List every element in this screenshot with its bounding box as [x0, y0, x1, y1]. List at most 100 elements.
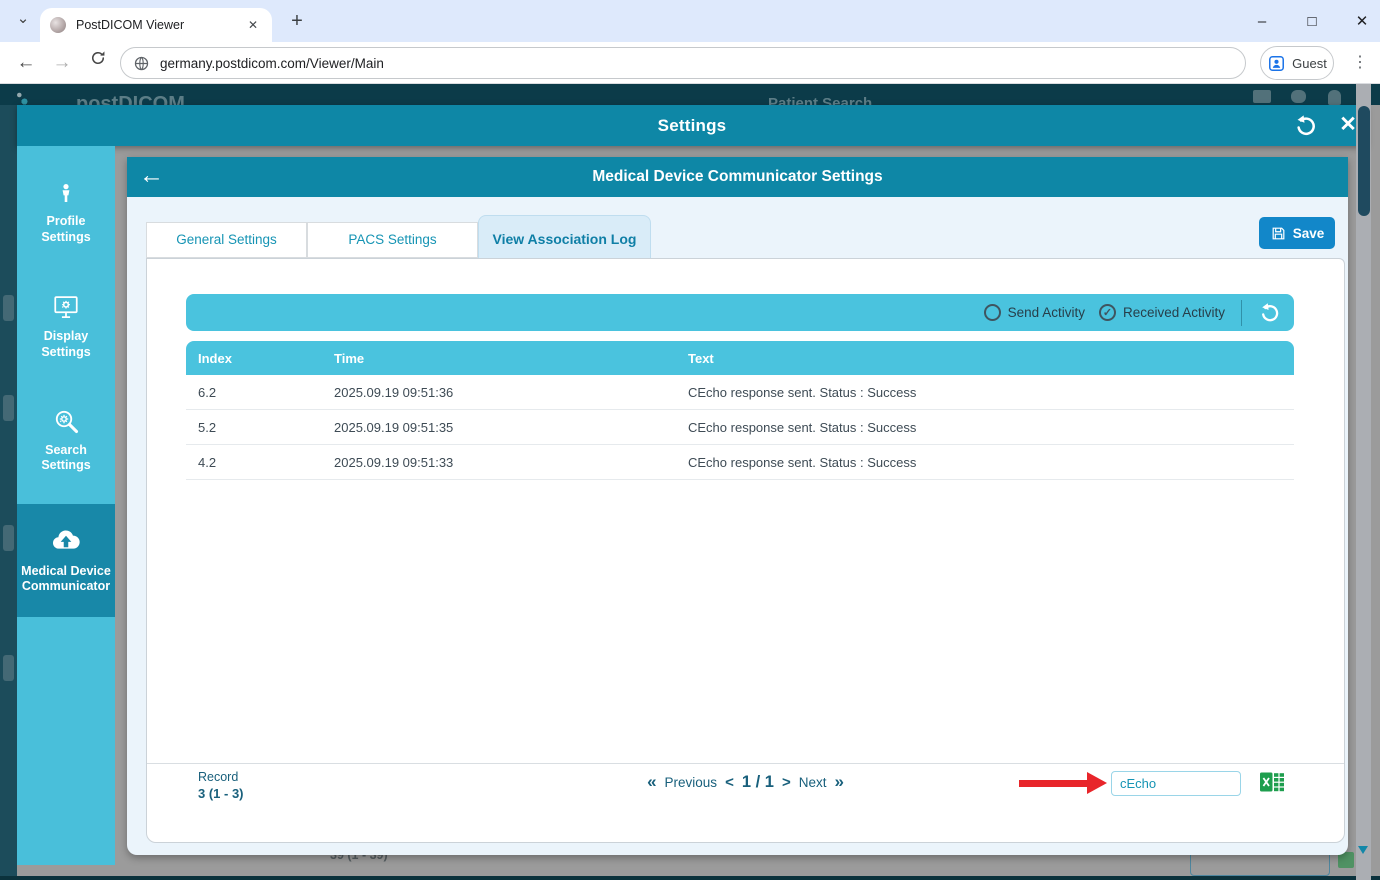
- toolbar-divider: [1241, 300, 1242, 326]
- tab-favicon: [50, 17, 66, 33]
- table-row[interactable]: 4.2 2025.09.19 09:51:33 CEcho response s…: [186, 445, 1294, 480]
- save-icon: [1270, 225, 1287, 242]
- save-button[interactable]: Save: [1259, 217, 1335, 249]
- site-globe-icon: [133, 55, 150, 72]
- refresh-icon: [1293, 113, 1319, 139]
- cell-time: 2025.09.19 09:51:33: [322, 455, 676, 470]
- dimmed-header-icon: [1291, 90, 1306, 103]
- sidebar-item-label: Medical Device Communicator: [21, 564, 111, 595]
- column-header-index: Index: [186, 351, 322, 366]
- log-search-input[interactable]: [1111, 771, 1241, 796]
- settings-refresh-button[interactable]: [1293, 113, 1319, 139]
- tab-search-icon[interactable]: ⌄: [10, 7, 36, 33]
- tab-close-icon[interactable]: ✕: [244, 16, 262, 34]
- scrollbar-down-icon[interactable]: [1358, 846, 1368, 854]
- column-header-text: Text: [676, 351, 1294, 366]
- close-window-button[interactable]: ✕: [1352, 12, 1372, 30]
- browser-tab-strip: ⌄ PostDICOM Viewer ✕ + – □ ✕: [0, 0, 1380, 42]
- back-button[interactable]: ←: [12, 49, 40, 77]
- tab-general-settings[interactable]: General Settings: [146, 222, 307, 258]
- reload-icon: [89, 49, 107, 67]
- red-pointer-arrow-head: [1087, 772, 1107, 794]
- radio-label: Send Activity: [1008, 305, 1085, 320]
- cell-text: CEcho response sent. Status : Success: [676, 420, 1294, 435]
- browser-menu-icon[interactable]: ⋮: [1348, 49, 1372, 77]
- column-header-time: Time: [322, 351, 676, 366]
- cell-index: 6.2: [186, 385, 322, 400]
- window-controls: – □ ✕: [1252, 0, 1372, 42]
- settings-sidebar: Profile Settings Display Settings Search…: [17, 146, 115, 865]
- prev-page-icon[interactable]: <: [725, 774, 734, 791]
- dimmed-nav-title: Patient Search: [768, 95, 872, 105]
- reload-button[interactable]: [84, 48, 112, 76]
- sidebar-item-label: Search Settings: [41, 443, 90, 474]
- export-excel-button[interactable]: [1259, 770, 1285, 796]
- refresh-icon: [1258, 301, 1282, 325]
- mdc-panel-header: ← Medical Device Communicator Settings: [127, 157, 1348, 197]
- tab-view-association-log[interactable]: View Association Log: [478, 215, 651, 258]
- maximize-button[interactable]: □: [1302, 13, 1322, 30]
- sidebar-item-display-settings[interactable]: Display Settings: [17, 279, 115, 376]
- dimmed-tool-icon: [3, 295, 14, 321]
- dimmed-app-header: postDICOM Patient Search: [0, 84, 1380, 105]
- page-indicator: 1 / 1: [742, 773, 774, 792]
- radio-checked-icon: ✓: [1099, 304, 1116, 321]
- table-header-row: Index Time Text: [186, 341, 1294, 375]
- profile-button[interactable]: Guest: [1260, 46, 1334, 80]
- cell-text: CEcho response sent. Status : Success: [676, 385, 1294, 400]
- tab-pacs-settings[interactable]: PACS Settings: [307, 222, 478, 258]
- dimmed-header-icon: [1328, 90, 1341, 105]
- send-activity-radio[interactable]: Send Activity: [984, 304, 1085, 321]
- new-tab-button[interactable]: +: [283, 8, 311, 36]
- table-row[interactable]: 5.2 2025.09.19 09:51:35 CEcho response s…: [186, 410, 1294, 445]
- excel-icon: [1259, 770, 1285, 794]
- next-page-icon[interactable]: >: [782, 774, 791, 791]
- log-toolbar: Send Activity ✓ Received Activity: [186, 294, 1294, 331]
- mdc-panel-title: Medical Device Communicator Settings: [127, 157, 1348, 197]
- profile-avatar-icon: [1267, 54, 1286, 73]
- red-pointer-arrow: [1019, 780, 1089, 787]
- tab-title: PostDICOM Viewer: [76, 18, 244, 32]
- log-footer: Record 3 (1 - 3) « Previous < 1 / 1 > Ne…: [147, 763, 1344, 843]
- browser-tab[interactable]: PostDICOM Viewer ✕: [40, 8, 272, 42]
- display-settings-icon: [52, 293, 80, 321]
- log-table: Index Time Text 6.2 2025.09.19 09:51:36 …: [186, 341, 1294, 480]
- search-settings-icon: [52, 407, 80, 435]
- table-row[interactable]: 6.2 2025.09.19 09:51:36 CEcho response s…: [186, 375, 1294, 410]
- save-label: Save: [1293, 226, 1325, 241]
- dimmed-left-toolbar: [0, 105, 17, 880]
- cell-index: 4.2: [186, 455, 322, 470]
- forward-button[interactable]: →: [48, 49, 76, 77]
- mdc-settings-panel: ← Medical Device Communicator Settings G…: [127, 157, 1348, 855]
- dimmed-tool-icon: [3, 655, 14, 681]
- address-bar[interactable]: germany.postdicom.com/Viewer/Main: [120, 47, 1246, 79]
- page-scrollbar[interactable]: [1356, 84, 1371, 880]
- person-icon: [54, 182, 78, 206]
- dimmed-bottom-bar: [0, 876, 1380, 880]
- sidebar-item-label: Profile Settings: [41, 214, 90, 245]
- dimmed-brand-text: postDICOM: [76, 93, 185, 105]
- scrollbar-thumb[interactable]: [1358, 106, 1370, 216]
- cell-time: 2025.09.19 09:51:36: [322, 385, 676, 400]
- previous-page-button[interactable]: Previous: [665, 775, 718, 790]
- association-log-card: Send Activity ✓ Received Activity Index …: [146, 258, 1345, 843]
- sidebar-item-label: Display Settings: [41, 329, 90, 360]
- radio-unchecked-icon: [984, 304, 1001, 321]
- dimmed-tool-icon: [3, 525, 14, 551]
- settings-modal-header: Settings ✕: [17, 105, 1367, 146]
- sidebar-item-medical-device-communicator[interactable]: Medical Device Communicator: [17, 504, 115, 617]
- sidebar-item-search-settings[interactable]: Search Settings: [17, 393, 115, 490]
- url-text[interactable]: germany.postdicom.com/Viewer/Main: [160, 56, 384, 71]
- last-page-icon[interactable]: »: [834, 772, 843, 792]
- minimize-button[interactable]: –: [1252, 13, 1272, 30]
- cell-text: CEcho response sent. Status : Success: [676, 455, 1294, 470]
- next-page-button[interactable]: Next: [799, 775, 827, 790]
- dimmed-header-icon: [1253, 90, 1271, 103]
- radio-label: Received Activity: [1123, 305, 1225, 320]
- sidebar-item-profile-settings[interactable]: Profile Settings: [17, 168, 115, 261]
- received-activity-radio[interactable]: ✓ Received Activity: [1099, 304, 1225, 321]
- profile-label: Guest: [1292, 56, 1327, 71]
- first-page-icon[interactable]: «: [647, 772, 656, 792]
- log-refresh-button[interactable]: [1258, 301, 1282, 325]
- settings-title: Settings: [17, 105, 1367, 146]
